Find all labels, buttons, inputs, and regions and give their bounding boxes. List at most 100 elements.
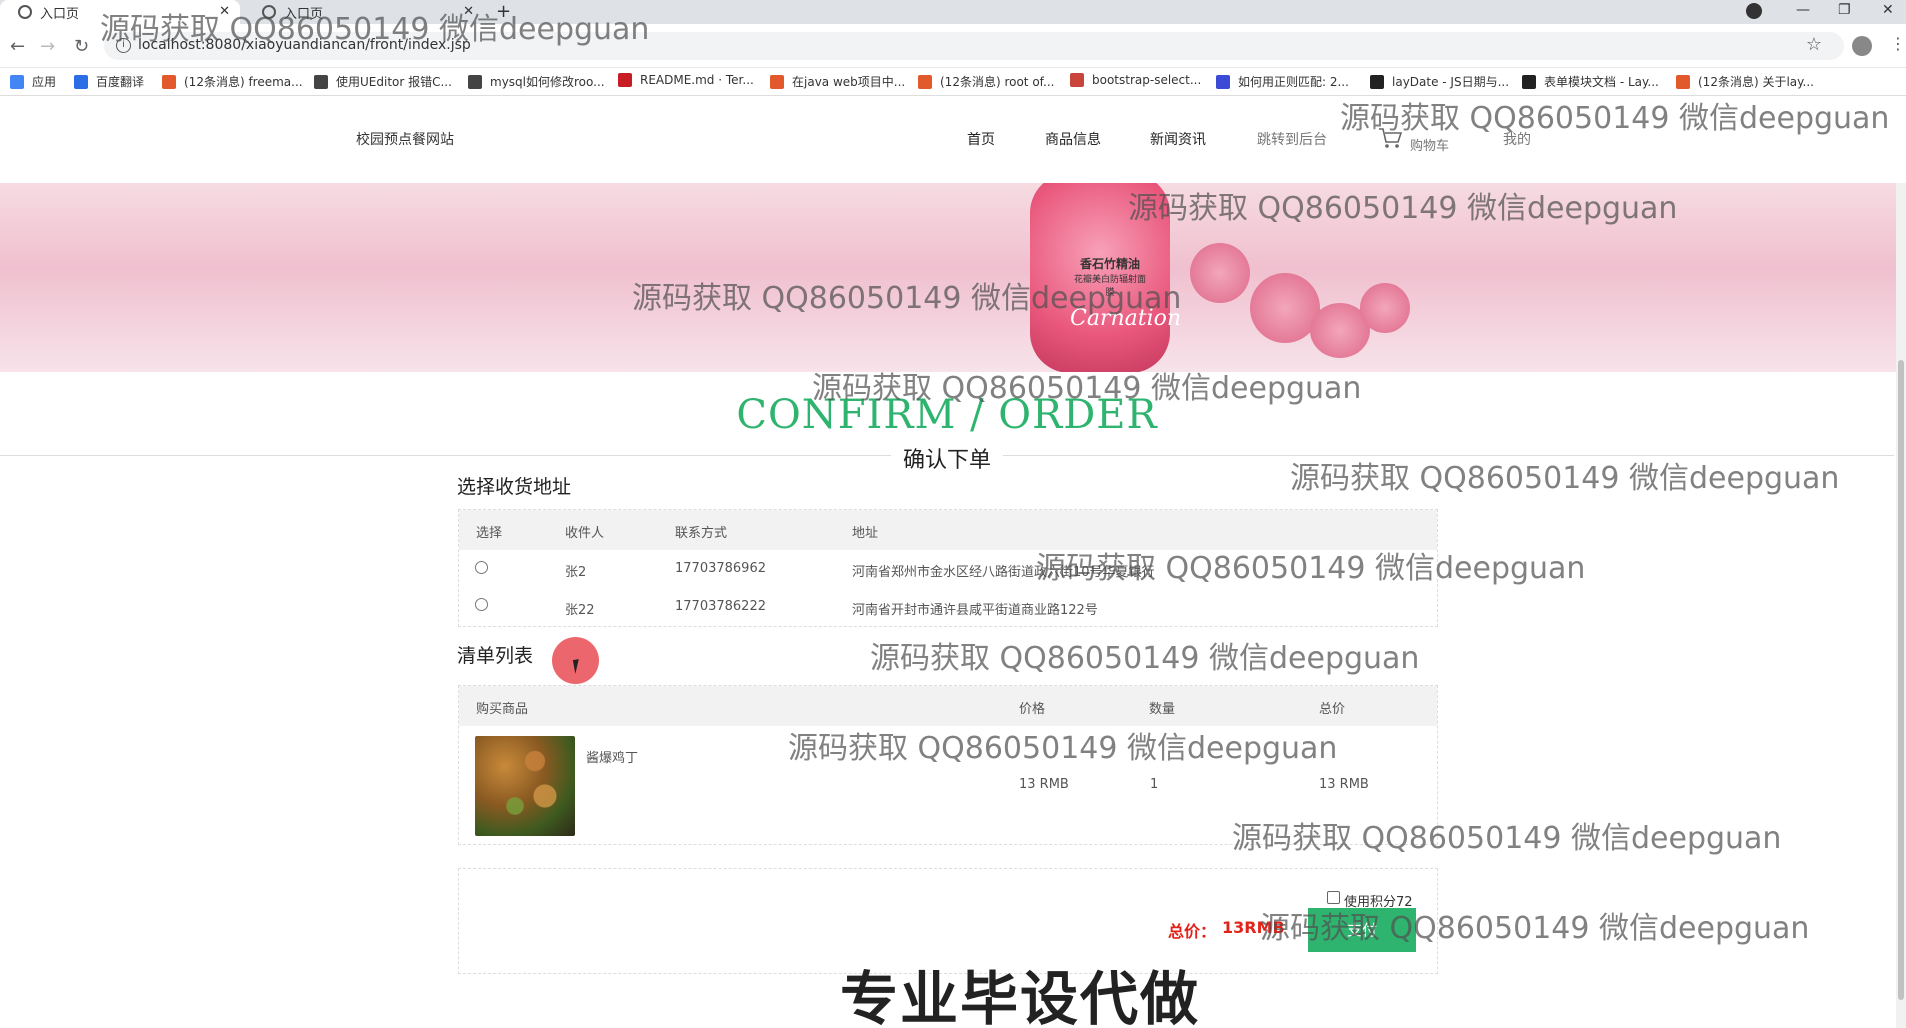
col-address: 地址 — [852, 526, 879, 541]
csdn-icon — [162, 74, 176, 89]
site-icon — [468, 74, 482, 89]
recipient-phone: 17703786222 — [675, 599, 766, 614]
nav-products[interactable]: 商品信息 — [1045, 129, 1101, 149]
bookmark-label: (12条消息) 关于lay... — [1698, 75, 1814, 89]
col-price: 价格 — [1019, 702, 1046, 717]
close-window-button[interactable]: ✕ — [1882, 2, 1894, 18]
minimize-button[interactable]: — — [1796, 2, 1810, 18]
address-heading: 选择收货地址 — [457, 476, 572, 498]
bookmark-item[interactable]: 百度翻译 — [74, 73, 144, 90]
watermark: 源码获取 QQ86050149 微信deepguan — [870, 641, 1420, 676]
nav-home[interactable]: 首页 — [967, 129, 995, 149]
site-brand[interactable]: 校园预点餐网站 — [356, 129, 454, 149]
forward-icon[interactable]: → — [40, 36, 55, 57]
bookmark-label: bootstrap-select... — [1092, 73, 1202, 87]
restore-button[interactable]: ❐ — [1838, 2, 1851, 18]
bookmark-label: (12条消息) freema... — [184, 75, 303, 89]
recipient-name: 张22 — [565, 603, 595, 618]
total-label: 总价： — [1168, 922, 1217, 941]
bookmark-item[interactable]: 表单模块文档 - Lay... — [1522, 73, 1659, 90]
account-avatar-icon[interactable] — [1852, 36, 1872, 56]
recipient-name: 张2 — [565, 565, 587, 580]
product-quantity: 1 — [1150, 777, 1159, 792]
bookmark-item[interactable]: layDate - JS日期与... — [1370, 73, 1509, 90]
col-product: 购买商品 — [476, 702, 529, 717]
back-icon[interactable]: ← — [10, 36, 25, 57]
watermark: 源码获取 QQ86050149 微信deepguan — [100, 12, 650, 47]
bookmark-item[interactable]: (12条消息) freema... — [162, 73, 303, 90]
bookmark-item[interactable]: (12条消息) 关于lay... — [1676, 73, 1814, 90]
bookmark-label: 应用 — [32, 75, 57, 89]
tab-title: 入口页 — [40, 6, 80, 22]
bookmark-label: mysql如何修改roo... — [490, 75, 605, 89]
watermark: 源码获取 QQ86050149 微信deepguan — [1036, 551, 1586, 586]
bookmark-star-icon[interactable]: ☆ — [1806, 34, 1822, 55]
bookmark-item[interactable]: (12条消息) root of... — [918, 73, 1054, 90]
address-radio[interactable] — [475, 598, 488, 611]
recipient-phone: 17703786962 — [675, 561, 766, 576]
bookmark-label: 表单模块文档 - Lay... — [1544, 75, 1659, 89]
bookmark-item[interactable]: 使用UEditor 报错C... — [314, 73, 452, 90]
cart-heading: 清单列表 — [457, 645, 534, 667]
nav-cart[interactable]: 购物车 — [1410, 135, 1449, 154]
col-recipient: 收件人 — [565, 526, 605, 541]
bookmark-label: README.md · Ter... — [640, 73, 754, 87]
bookmark-item[interactable]: bootstrap-select... — [1070, 73, 1201, 87]
bookmark-item[interactable]: README.md · Ter... — [618, 73, 754, 87]
bookmarks-bar: 应用 百度翻译 (12条消息) freema... 使用UEditor 报错C.… — [0, 68, 1906, 96]
col-select: 选择 — [476, 526, 503, 541]
bookmark-label: 如何用正则匹配: 2... — [1238, 75, 1349, 89]
product-name[interactable]: 酱爆鸡丁 — [586, 747, 638, 766]
site-icon — [314, 74, 328, 89]
baidu-icon — [1216, 74, 1230, 89]
layui-icon — [1522, 74, 1536, 89]
watermark: 源码获取 QQ86050149 微信deepguan — [1260, 911, 1810, 946]
watermark: 源码获取 QQ86050149 微信deepguan — [788, 731, 1338, 766]
bookmark-label: 使用UEditor 报错C... — [336, 75, 452, 89]
apps-icon — [10, 74, 24, 89]
watermark: 源码获取 QQ86050149 微信deepguan — [1290, 461, 1840, 496]
watermark: 源码获取 QQ86050149 微信deepguan — [1340, 101, 1890, 136]
mouse-cursor-icon — [572, 658, 588, 674]
page-title-text: 确认下单 — [890, 448, 1003, 473]
watermark: 源码获取 QQ86050149 微信deepguan — [812, 371, 1362, 406]
bookmark-label: layDate - JS日期与... — [1392, 75, 1510, 89]
product-thumbnail[interactable] — [475, 736, 575, 836]
product-total: 13 RMB — [1319, 777, 1369, 792]
bookmark-item[interactable]: 如何用正则匹配: 2... — [1216, 73, 1349, 90]
bookmark-item[interactable]: 应用 — [10, 73, 56, 90]
address-radio[interactable] — [475, 561, 488, 574]
footer-watermark: 专业毕设代做 — [840, 965, 1201, 1028]
recipient-address: 河南省开封市通许县咸平街道商业路122号 — [852, 603, 1098, 618]
translate-icon — [74, 74, 88, 89]
site-icon — [1070, 73, 1084, 87]
product-price: 13 RMB — [1019, 777, 1069, 792]
bookmark-label: 百度翻译 — [96, 75, 145, 89]
watermark: 源码获取 QQ86050149 微信deepguan — [632, 281, 1182, 316]
csdn-icon — [1676, 74, 1690, 89]
reload-icon[interactable]: ↻ — [74, 36, 89, 57]
layui-icon — [1370, 74, 1384, 89]
globe-icon — [18, 5, 32, 19]
col-quantity: 数量 — [1149, 702, 1176, 717]
bookmark-label: 在java web项目中... — [792, 75, 906, 89]
rose-decoration — [1190, 243, 1250, 303]
watermark: 源码获取 QQ86050149 微信deepguan — [1232, 821, 1782, 856]
col-total: 总价 — [1319, 702, 1346, 717]
rose-decoration — [1360, 283, 1410, 333]
nav-admin[interactable]: 跳转到后台 — [1257, 129, 1327, 149]
page-scrollbar-thumb[interactable] — [1898, 360, 1904, 1000]
watermark: 源码获取 QQ86050149 微信deepguan — [1128, 191, 1678, 226]
gitee-icon — [618, 73, 632, 87]
nav-news[interactable]: 新闻资讯 — [1150, 129, 1206, 149]
screen: { "browser": { "tabs": [ {"title": "入口页"… — [0, 0, 1906, 1028]
bookmark-label: (12条消息) root of... — [940, 75, 1055, 89]
bookmark-item[interactable]: mysql如何修改roo... — [468, 73, 605, 90]
csdn-icon — [770, 74, 784, 89]
cart-table-header: 购买商品 价格 数量 总价 — [459, 686, 1437, 726]
chrome-menu-icon[interactable] — [1746, 3, 1762, 19]
col-phone: 联系方式 — [675, 526, 728, 541]
browser-menu-icon[interactable]: ⋮ — [1890, 34, 1906, 53]
bookmark-item[interactable]: 在java web项目中... — [770, 73, 905, 90]
csdn-icon — [918, 74, 932, 89]
